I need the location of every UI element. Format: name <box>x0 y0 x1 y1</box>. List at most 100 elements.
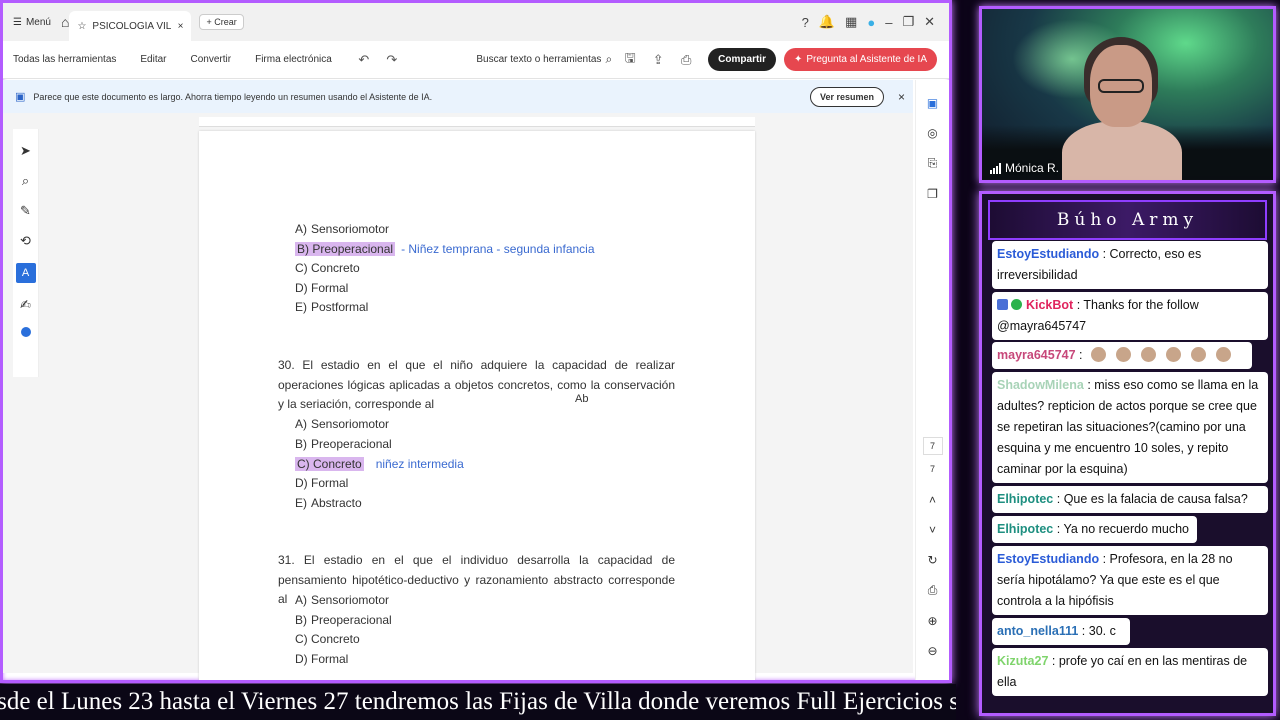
text-cursor-icon: Ab <box>575 393 588 405</box>
news-ticker: esde el Lunes 23 hasta el Viernes 27 ten… <box>0 684 956 720</box>
question-text: El estadio en el que el niño adquiere la… <box>278 358 675 411</box>
q31-option-a: A) Sensoriomotor <box>295 591 389 609</box>
zoom-in-icon[interactable]: ⊕ <box>927 614 937 628</box>
undo-icon[interactable]: ↶ <box>354 52 374 68</box>
screen-share-frame: ☰ Menú ⌂ ☆ PSICOLOGÍA VILLAR... × + Crea… <box>0 0 952 683</box>
hamburger-icon: ☰ <box>13 16 22 28</box>
glasses <box>1098 79 1144 93</box>
help-icon[interactable]: ? <box>802 15 809 30</box>
option-text: Sensoriomotor <box>311 222 390 236</box>
print-icon[interactable]: ⎙ <box>676 52 696 68</box>
minimize-icon[interactable]: – <box>885 15 892 30</box>
apps-icon[interactable]: ▦ <box>845 14 857 30</box>
search-placeholder: Buscar texto o herramientas <box>476 54 602 65</box>
streamer-name: Mónica R. <box>1005 161 1060 175</box>
chat-username: mayra645747 <box>997 348 1076 362</box>
q30-option-b: B) Preoperacional <box>295 435 392 453</box>
tab-close-icon[interactable]: × <box>178 21 184 32</box>
comments-icon[interactable]: ◎ <box>927 126 937 140</box>
option-letter: C) <box>297 457 310 471</box>
bookmark-icon[interactable]: ⎘ <box>928 156 938 171</box>
refresh-icon[interactable]: ↻ <box>927 553 937 567</box>
home-icon[interactable]: ⌂ <box>61 14 69 30</box>
option-letter: B) <box>295 437 307 451</box>
save-icon[interactable]: 🖫 <box>620 49 640 71</box>
owl-emote-icon <box>1141 347 1156 362</box>
option-text: Formal <box>311 281 349 295</box>
option-letter: D) <box>295 652 308 666</box>
document-viewport[interactable]: A) Sensoriomotor B) Preoperacional - Niñ… <box>3 113 913 680</box>
chat-message: Elhipotec : Que es la falacia de causa f… <box>992 486 1268 513</box>
acrobat-toolbar: Todas las herramientas Editar Convertir … <box>3 41 949 79</box>
chat-message: ShadowMilena : miss eso como se llama en… <box>992 372 1268 483</box>
view-summary-button[interactable]: Ver resumen <box>809 86 884 107</box>
option-text: Concreto <box>313 457 362 471</box>
chat-text: : Que es la falacia de causa falsa? <box>1056 492 1248 506</box>
highlight: B) Preoperacional <box>295 242 396 256</box>
option-text: Formal <box>311 652 349 666</box>
option-letter: A) <box>295 222 307 236</box>
esign-menu[interactable]: Firma electrónica <box>255 54 332 65</box>
browser-tab-bar: ☰ Menú ⌂ ☆ PSICOLOGÍA VILLAR... × + Crea… <box>3 3 949 41</box>
option-text: Abstracto <box>311 496 362 510</box>
cursor-label: Ab <box>575 393 589 405</box>
new-tab-button[interactable]: + Crear <box>199 14 244 30</box>
chat-message: Elhipotec : Ya no recuerdo mucho <box>992 516 1197 543</box>
chevron-down-icon[interactable]: ˅ <box>929 523 936 537</box>
chat-username: Kizuta27 <box>997 654 1049 668</box>
signature-icon[interactable]: ✍ <box>20 297 31 313</box>
tab-title: PSICOLOGÍA VILLAR... <box>92 20 172 32</box>
webcam-name-tag: Mónica R. <box>990 161 1059 175</box>
chat-username: EstoyEstudiando <box>997 552 1100 566</box>
bot-badge-icon <box>997 299 1008 310</box>
pages-icon[interactable]: ❐ <box>927 187 938 201</box>
chat-panel: Búho Army EstoyEstudiando : Correcto, es… <box>979 191 1276 716</box>
plus-icon: + <box>206 17 212 27</box>
close-window-icon[interactable]: ✕ <box>924 14 935 30</box>
q30-option-c: C) Concreto niñez intermedia <box>295 455 464 473</box>
ai-summary-banner: ▣ Parece que este documento es largo. Ah… <box>3 80 913 113</box>
zoom-out-icon[interactable]: ⊖ <box>927 644 937 658</box>
option-letter: B) <box>297 242 309 256</box>
menu-button[interactable]: ☰ Menú <box>13 17 51 28</box>
active-tab[interactable]: ☆ PSICOLOGÍA VILLAR... × <box>69 11 192 41</box>
fit-page-icon[interactable]: ⎙ <box>928 583 938 598</box>
chat-username: ShadowMilena <box>997 378 1084 392</box>
share-button[interactable]: Compartir <box>708 48 776 71</box>
q29-option-e: E) Postformal <box>295 298 368 316</box>
option-text: Preoperacional <box>311 613 392 627</box>
window-controls: ? 🔔 ▦ ● – ❐ ✕ <box>802 14 935 30</box>
chat-message: EstoyEstudiando : Profesora, en la 28 no… <box>992 546 1268 615</box>
left-tool-strip: ➤ ⌕ ✎ ⟲ A ✍ <box>13 129 39 377</box>
chat-text: : <box>1079 348 1083 362</box>
chevron-up-icon[interactable]: ˄ <box>929 493 936 507</box>
chat-message: EstoyEstudiando : Correcto, eso es irrev… <box>992 241 1268 289</box>
upload-icon[interactable]: ⇪ <box>648 52 668 68</box>
banner-close-icon[interactable]: × <box>898 90 905 104</box>
profile-icon[interactable]: ● <box>867 15 875 30</box>
pen-icon[interactable]: ✎ <box>20 203 31 219</box>
annotation-note: niñez intermedia <box>375 457 464 471</box>
lasso-icon[interactable]: ⟲ <box>20 233 31 249</box>
select-cursor-icon[interactable]: ➤ <box>20 143 31 159</box>
chat-username: KickBot <box>1025 298 1074 312</box>
restore-icon[interactable]: ❐ <box>902 14 914 30</box>
comment-icon[interactable]: ⌕ <box>22 173 29 189</box>
bell-icon[interactable]: 🔔 <box>819 14 835 30</box>
option-letter: D) <box>295 281 308 295</box>
page-current[interactable]: 7 <box>922 437 943 455</box>
ai-sparkle-icon: ▣ <box>15 91 26 103</box>
search-tools[interactable]: Buscar texto o herramientas ⌕ <box>476 52 612 67</box>
menu-label: Menú <box>25 16 51 28</box>
ai-panel-icon[interactable]: ▣ <box>927 96 938 110</box>
redo-icon[interactable]: ↷ <box>382 52 402 68</box>
edit-menu[interactable]: Editar <box>140 54 166 65</box>
text-select-icon[interactable]: A <box>15 263 36 283</box>
color-dot-icon[interactable] <box>20 327 31 337</box>
option-letter: D) <box>295 476 308 490</box>
convert-menu[interactable]: Convertir <box>191 54 232 65</box>
ai-assistant-button[interactable]: ✦ Pregunta al Asistente de IA <box>783 48 937 71</box>
chat-text: : 30. c <box>1081 624 1116 638</box>
all-tools-menu[interactable]: Todas las herramientas <box>13 54 116 65</box>
option-text: Sensoriomotor <box>311 593 390 607</box>
